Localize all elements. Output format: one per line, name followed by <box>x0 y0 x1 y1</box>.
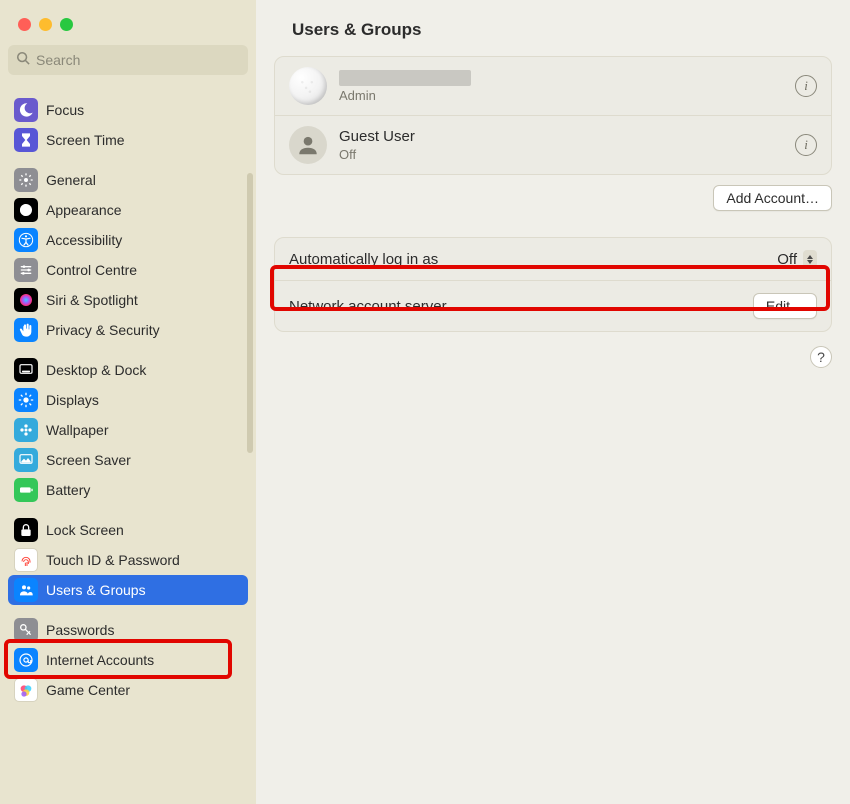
siri-icon <box>14 288 38 312</box>
sidebar-item-appearance[interactable]: Appearance <box>8 195 248 225</box>
search-icon <box>16 51 30 70</box>
sidebar-item-screen-saver[interactable]: Screen Saver <box>8 445 248 475</box>
sidebar: Focus Screen Time General Appearance Accessi… <box>0 0 256 804</box>
auto-login-dropdown[interactable]: Off <box>777 250 817 268</box>
sidebar-item-wallpaper[interactable]: Wallpaper <box>8 415 248 445</box>
sidebar-item-label: Screen Saver <box>46 452 131 468</box>
sidebar-item-lock-screen[interactable]: Lock Screen <box>8 515 248 545</box>
zoom-window-button[interactable] <box>60 18 73 31</box>
sidebar-item-desktop-dock[interactable]: Desktop & Dock <box>8 355 248 385</box>
sidebar-item-label: Users & Groups <box>46 582 146 598</box>
dock-icon <box>14 358 38 382</box>
avatar <box>289 126 327 164</box>
chevron-up-down-icon <box>803 250 817 268</box>
sidebar-item-focus[interactable]: Focus <box>8 95 248 125</box>
sidebar-item-control-centre[interactable]: Control Centre <box>8 255 248 285</box>
hand-icon <box>14 318 38 342</box>
sidebar-item-users-groups[interactable]: Users & Groups <box>8 575 248 605</box>
sidebar-item-label: Appearance <box>46 202 122 218</box>
sidebar-scroll[interactable]: Focus Screen Time General Appearance Accessi… <box>0 85 256 804</box>
add-account-button[interactable]: Add Account… <box>713 185 832 211</box>
avatar <box>289 67 327 105</box>
hourglass-icon <box>14 128 38 152</box>
sidebar-item-internet-accounts[interactable]: Internet Accounts <box>8 645 248 675</box>
sidebar-item-privacy[interactable]: Privacy & Security <box>8 315 248 345</box>
sidebar-item-label: Wallpaper <box>46 422 109 438</box>
help-button[interactable]: ? <box>810 346 832 368</box>
window-controls <box>0 0 256 45</box>
user-name-redacted <box>339 70 471 86</box>
user-name: Guest User <box>339 128 783 145</box>
auto-login-value: Off <box>777 251 797 268</box>
user-row-guest[interactable]: Guest User Off i <box>275 115 831 174</box>
auto-login-row: Automatically log in as Off <box>275 238 831 280</box>
flower-icon <box>14 418 38 442</box>
close-window-button[interactable] <box>18 18 31 31</box>
minimize-window-button[interactable] <box>39 18 52 31</box>
sidebar-item-label: Screen Time <box>46 132 125 148</box>
sidebar-scrollbar[interactable] <box>244 173 256 453</box>
sidebar-item-displays[interactable]: Displays <box>8 385 248 415</box>
moon-icon <box>14 98 38 122</box>
gamecenter-icon <box>14 678 38 702</box>
search-input[interactable] <box>36 52 240 68</box>
users-icon <box>14 578 38 602</box>
edit-button[interactable]: Edit… <box>753 293 817 319</box>
network-server-row: Network account server Edit… <box>275 280 831 331</box>
battery-icon <box>14 478 38 502</box>
sidebar-item-accessibility[interactable]: Accessibility <box>8 225 248 255</box>
sidebar-item-siri[interactable]: Siri & Spotlight <box>8 285 248 315</box>
login-settings: Automatically log in as Off Network acco… <box>274 237 832 332</box>
appearance-icon <box>14 198 38 222</box>
user-row-admin[interactable]: Admin i <box>275 57 831 115</box>
sidebar-item-general[interactable]: General <box>8 165 248 195</box>
screensaver-icon <box>14 448 38 472</box>
sidebar-item-screen-time[interactable]: Screen Time <box>8 125 248 155</box>
user-role: Admin <box>339 88 783 103</box>
sun-icon <box>14 388 38 412</box>
lock-icon <box>14 518 38 542</box>
search-input-container[interactable] <box>8 45 248 75</box>
sidebar-item-label: Accessibility <box>46 232 122 248</box>
sidebar-item-label: Desktop & Dock <box>46 362 146 378</box>
sidebar-item-label: Siri & Spotlight <box>46 292 138 308</box>
sidebar-item-label: General <box>46 172 96 188</box>
fingerprint-icon <box>14 548 38 572</box>
at-icon <box>14 648 38 672</box>
sidebar-item-label: Focus <box>46 102 84 118</box>
key-icon <box>14 618 38 642</box>
info-icon[interactable]: i <box>795 75 817 97</box>
sliders-icon <box>14 258 38 282</box>
sidebar-item-label: Touch ID & Password <box>46 552 180 568</box>
sidebar-item-label: Internet Accounts <box>46 652 154 668</box>
users-list: Admin i Guest User Off i <box>274 56 832 175</box>
main-panel: Users & Groups Admin i Guest User Off <box>256 0 850 804</box>
accessibility-icon <box>14 228 38 252</box>
sidebar-item-label: Passwords <box>46 622 114 638</box>
sidebar-item-label: Lock Screen <box>46 522 124 538</box>
sidebar-item-label: Game Center <box>46 682 130 698</box>
user-role: Off <box>339 147 783 162</box>
network-server-label: Network account server <box>289 298 447 315</box>
sidebar-item-passwords[interactable]: Passwords <box>8 615 248 645</box>
sidebar-item-game-center[interactable]: Game Center <box>8 675 248 705</box>
auto-login-label: Automatically log in as <box>289 251 438 268</box>
sidebar-item-label: Displays <box>46 392 99 408</box>
gear-icon <box>14 168 38 192</box>
sidebar-item-label: Control Centre <box>46 262 137 278</box>
sidebar-item-label: Privacy & Security <box>46 322 160 338</box>
sidebar-item-label: Battery <box>46 482 90 498</box>
sidebar-item-touch-id[interactable]: Touch ID & Password <box>8 545 248 575</box>
info-icon[interactable]: i <box>795 134 817 156</box>
page-title: Users & Groups <box>292 20 850 40</box>
sidebar-item-battery[interactable]: Battery <box>8 475 248 505</box>
